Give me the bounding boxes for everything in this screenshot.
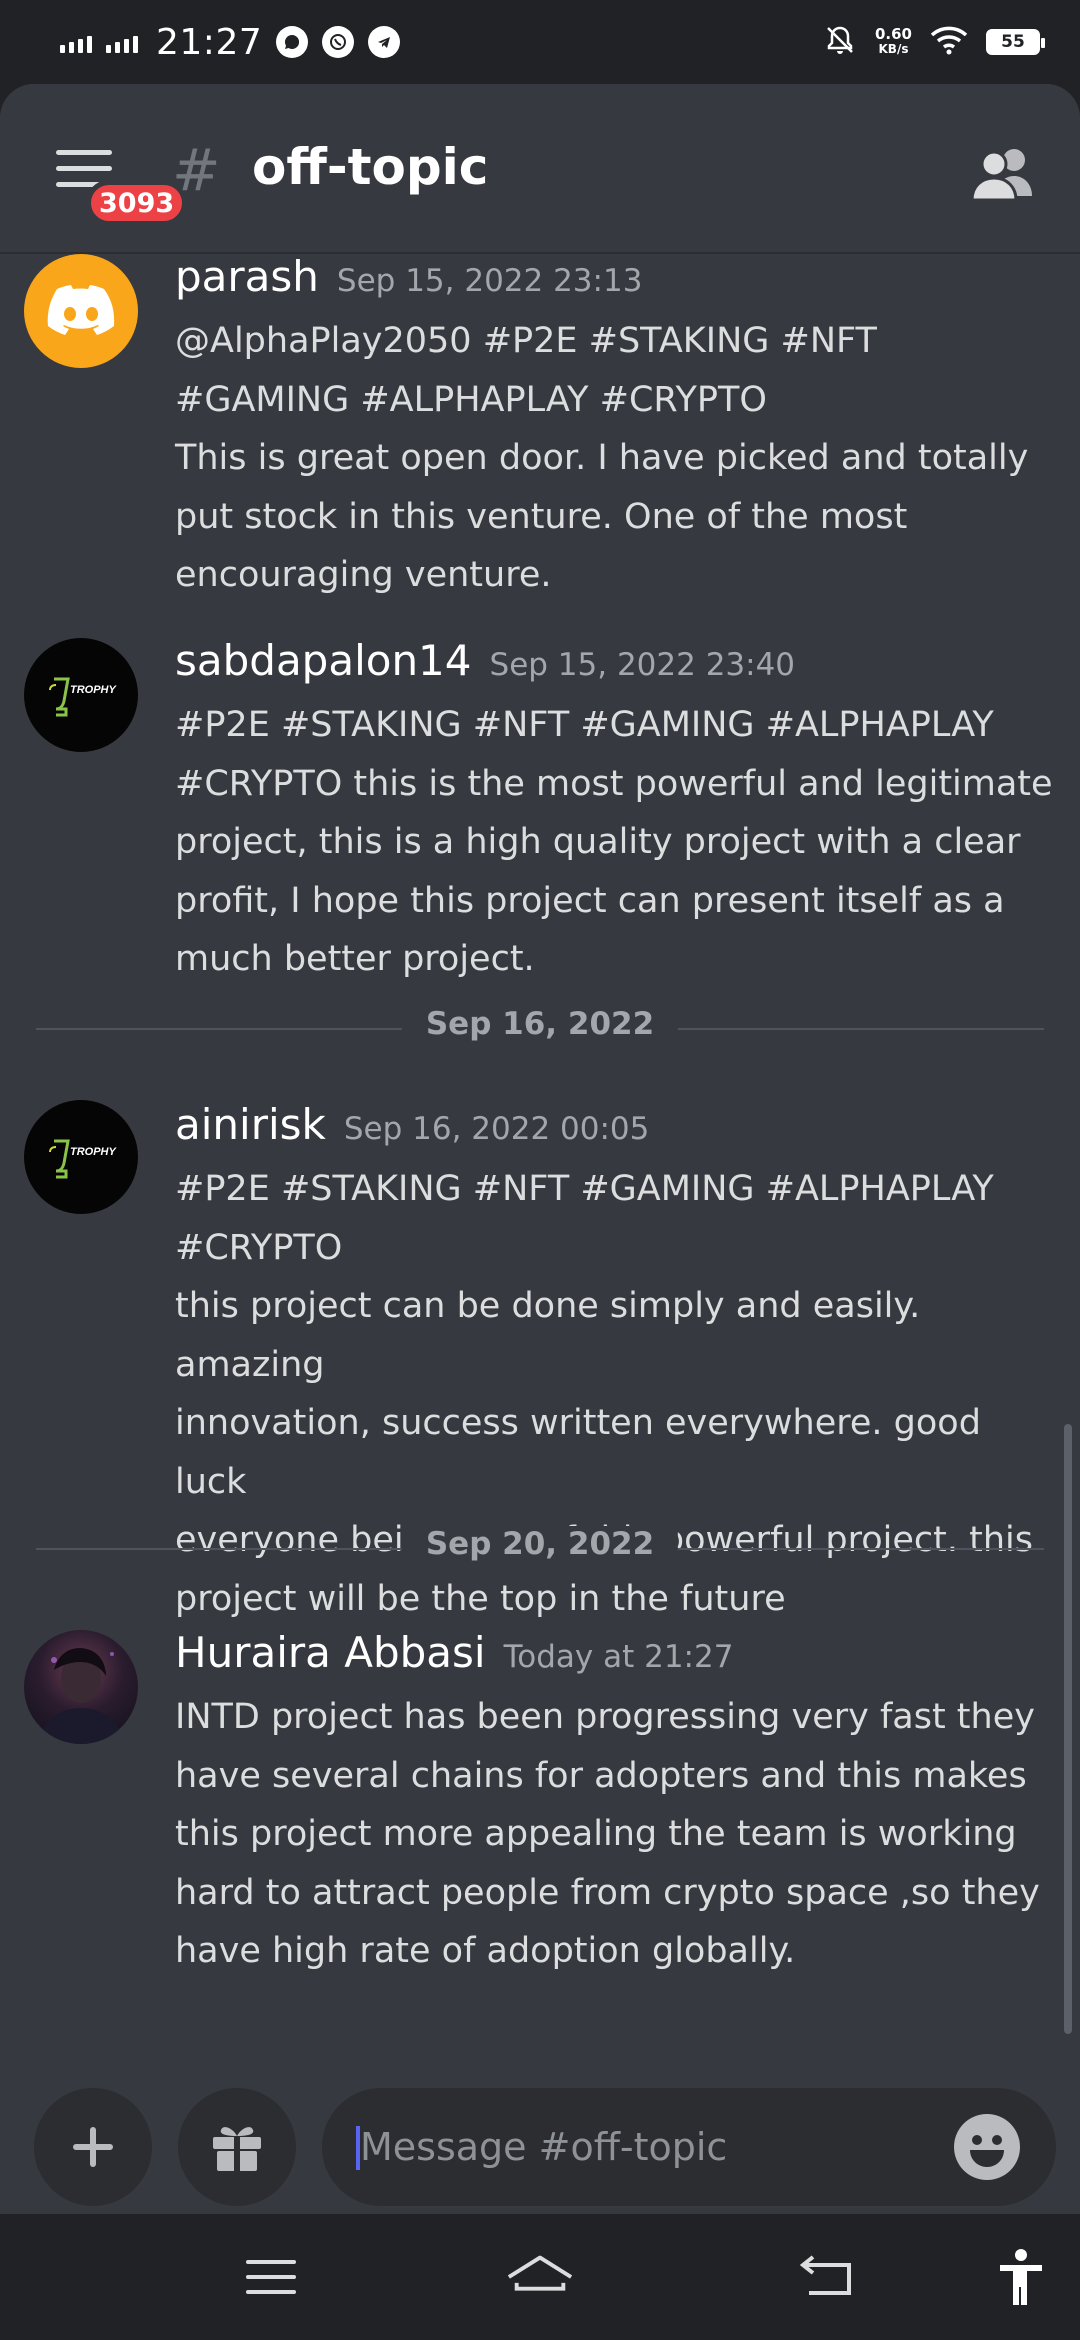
gift-icon bbox=[213, 2127, 261, 2171]
avatar-logo-text: TROPHY bbox=[70, 1146, 118, 1158]
network-speed: 0.60 KB/s bbox=[875, 27, 912, 57]
discord-logo-icon[interactable] bbox=[24, 254, 138, 368]
status-bar-left: 21:27 bbox=[60, 20, 401, 64]
message-content: Huraira Abbasi Today at 21:27 INTD proje… bbox=[175, 1628, 1056, 1981]
telegram-icon bbox=[368, 26, 401, 58]
battery-indicator: 55 bbox=[986, 29, 1045, 55]
wifi-icon bbox=[930, 25, 968, 59]
message-username[interactable]: sabdapalon14 bbox=[175, 636, 472, 685]
message-timestamp: Today at 21:27 bbox=[503, 1639, 734, 1675]
message-username[interactable]: ainirisk bbox=[175, 1100, 326, 1149]
channel-header: 3093 # off-topic bbox=[0, 84, 1080, 252]
date-divider: Sep 16, 2022 bbox=[36, 1006, 1044, 1042]
members-icon[interactable] bbox=[970, 144, 1040, 204]
message-timestamp: Sep 16, 2022 00:05 bbox=[343, 1111, 650, 1147]
message-text: INTD project has been progressing very f… bbox=[175, 1697, 1040, 1971]
status-bar-right: 0.60 KB/s 55 bbox=[823, 20, 1045, 64]
channel-hash-icon: # bbox=[172, 136, 221, 204]
trophy-logo-icon[interactable]: TROPHY bbox=[24, 1100, 138, 1214]
message-scrollbar[interactable] bbox=[1064, 1424, 1072, 2034]
gift-button[interactable] bbox=[178, 2088, 296, 2206]
home-icon[interactable] bbox=[505, 2244, 575, 2310]
message-meta: ainirisk Sep 16, 2022 00:05 bbox=[175, 1100, 1056, 1160]
signal-icon bbox=[60, 31, 92, 53]
add-attachment-button[interactable] bbox=[34, 2088, 152, 2206]
message-meta: Huraira Abbasi Today at 21:27 bbox=[175, 1628, 1056, 1688]
message-meta: sabdapalon14 Sep 15, 2022 23:40 bbox=[175, 636, 1056, 696]
avatar-logo-text: TROPHY bbox=[70, 684, 118, 696]
status-bar: 21:27 0.60 KB/s 55 bbox=[0, 0, 1080, 84]
whatsapp-icon bbox=[322, 26, 355, 58]
system-navigation-bar bbox=[0, 2214, 1080, 2340]
message-timestamp: Sep 15, 2022 23:13 bbox=[336, 263, 643, 299]
status-clock: 21:27 bbox=[156, 21, 263, 63]
date-divider-label: Sep 16, 2022 bbox=[401, 1006, 679, 1042]
emoji-icon[interactable] bbox=[954, 2114, 1020, 2180]
message-timestamp: Sep 15, 2022 23:40 bbox=[489, 647, 796, 683]
message-text: #P2E #STAKING #NFT #GAMING #ALPHAPLAY #C… bbox=[175, 705, 1053, 979]
message-meta: parash Sep 15, 2022 23:13 bbox=[175, 252, 1056, 312]
network-speed-value: 0.60 bbox=[874, 25, 912, 43]
message-content: sabdapalon14 Sep 15, 2022 23:40 #P2E #ST… bbox=[175, 636, 1056, 989]
message-username[interactable]: Huraira Abbasi bbox=[175, 1628, 486, 1677]
message-text: @AlphaPlay2050 #P2E #STAKING #NFT #GAMIN… bbox=[175, 321, 1029, 595]
message-list[interactable]: parash Sep 15, 2022 23:13 @AlphaPlay2050… bbox=[0, 252, 1080, 2072]
chat-notification-icon bbox=[276, 26, 309, 58]
message-username[interactable]: parash bbox=[175, 252, 319, 301]
channel-title[interactable]: off-topic bbox=[252, 138, 488, 196]
plus-icon bbox=[73, 2127, 113, 2167]
message-input-container[interactable] bbox=[322, 2088, 1056, 2206]
date-divider-label: Sep 20, 2022 bbox=[401, 1526, 679, 1562]
accessibility-icon[interactable] bbox=[986, 2244, 1056, 2310]
discord-app: 3093 # off-topic parash Sep 15, 2022 23:… bbox=[0, 84, 1080, 2214]
message-content: parash Sep 15, 2022 23:13 @AlphaPlay2050… bbox=[175, 252, 1056, 605]
message-composer bbox=[0, 2068, 1080, 2214]
user-photo-avatar[interactable] bbox=[24, 1630, 138, 1744]
recent-apps-icon[interactable] bbox=[236, 2244, 306, 2310]
back-icon[interactable] bbox=[790, 2244, 860, 2310]
trophy-logo-icon[interactable]: TROPHY bbox=[24, 638, 138, 752]
date-divider: Sep 20, 2022 bbox=[36, 1526, 1044, 1562]
notifications-muted-icon bbox=[823, 23, 857, 61]
network-speed-unit: KB/s bbox=[878, 42, 909, 56]
signal-icon-2 bbox=[106, 31, 138, 53]
message-input[interactable] bbox=[360, 2088, 920, 2206]
